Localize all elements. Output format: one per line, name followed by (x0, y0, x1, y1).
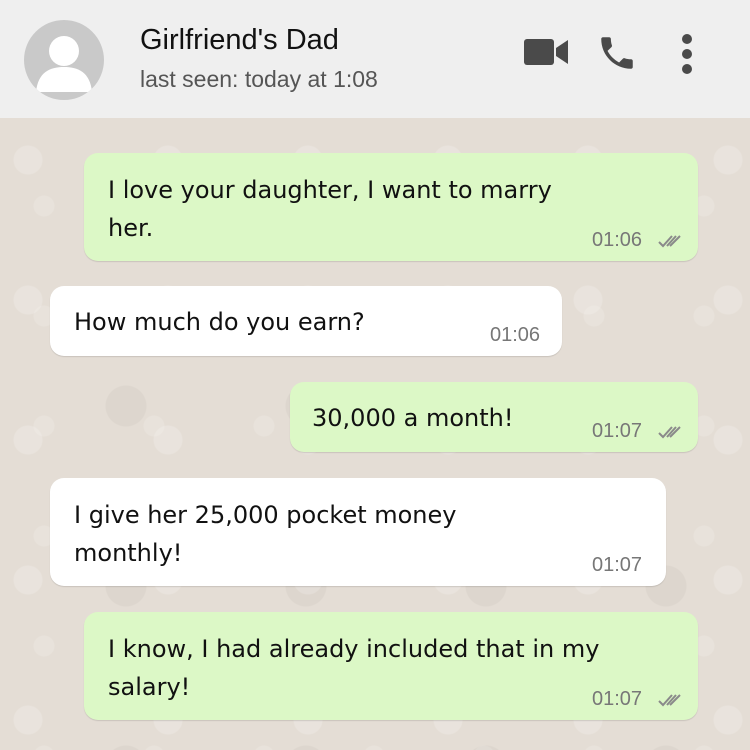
avatar-icon[interactable] (24, 20, 104, 100)
message-text: I love your daughter, I want to marry (108, 176, 552, 204)
chat-area[interactable]: I love your daughter, I want to marry he… (0, 118, 750, 750)
contact-name[interactable]: Girlfriend's Dad (140, 24, 339, 57)
message-text: How much do you earn? (74, 308, 365, 336)
last-seen-status: last seen: today at 1:08 (140, 66, 378, 92)
message-time: 01:07 (592, 554, 643, 576)
message-text: I give her 25,000 pocket money (74, 501, 457, 529)
chat-header: Girlfriend's Dad last seen: today at 1:0… (0, 0, 750, 118)
message-time: 01:06 (490, 324, 541, 346)
message-bubble-outgoing[interactable]: I know, I had already included that in m… (84, 612, 698, 720)
read-ticks-icon (658, 235, 681, 248)
message-text: salary! (108, 673, 191, 701)
message-text: I know, I had already included that in m… (108, 635, 600, 663)
video-call-icon[interactable] (522, 32, 572, 72)
message-bubble-incoming[interactable]: I give her 25,000 pocket money monthly! … (50, 478, 666, 586)
message-text: 30,000 a month! (312, 404, 514, 432)
read-ticks-icon (658, 694, 681, 707)
message-time: 01:07 (592, 688, 643, 710)
message-text: monthly! (74, 539, 183, 567)
message-text: her. (108, 214, 154, 242)
read-ticks-icon (658, 426, 681, 439)
message-bubble-outgoing[interactable]: 30,000 a month! 01:07 (290, 382, 698, 452)
message-time: 01:07 (592, 420, 643, 442)
message-bubble-outgoing[interactable]: I love your daughter, I want to marry he… (84, 153, 698, 261)
message-bubble-incoming[interactable]: How much do you earn? 01:06 (50, 286, 562, 356)
more-options-icon[interactable] (677, 32, 697, 76)
phone-icon[interactable] (596, 32, 638, 74)
message-time: 01:06 (592, 229, 643, 251)
